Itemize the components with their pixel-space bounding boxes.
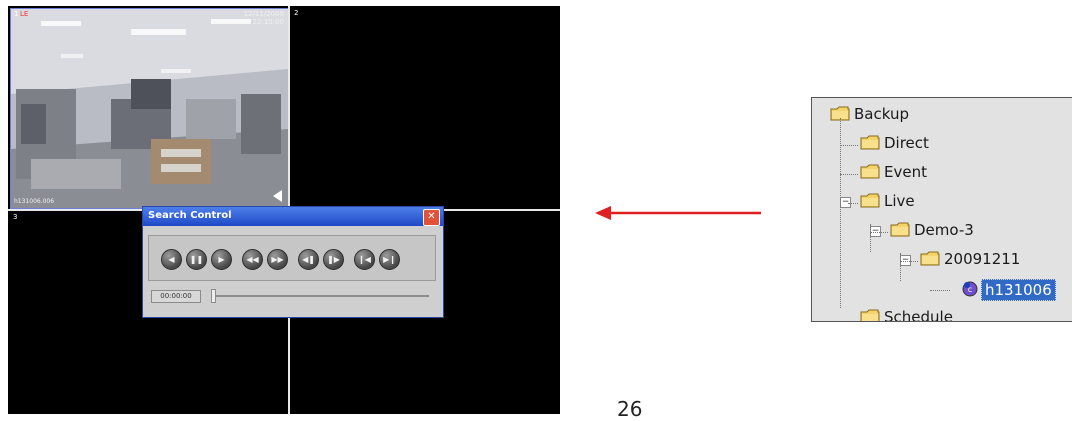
tree-item-label: Demo-3 [914,221,974,239]
fast-forward-button[interactable]: ▶▶ [267,249,288,270]
camera-name: h131006.006 [14,198,55,205]
pause-button[interactable]: ❚❚ [186,249,207,270]
seek-bar[interactable] [211,295,429,297]
camera-cell-1[interactable]: 1 LE 12/11/2009 22:10:00 h131006.006 [10,8,289,209]
tree-guide-line [870,224,871,252]
tree-guide-line [840,174,858,175]
search-control-dialog: Search Control ✕ ◀ ❚❚ ▶ ◀◀ ▶▶ ◀❚ ❚▶ ❙◀ ▶❙ 00:00:… [142,206,444,318]
tree-item-20091211[interactable]: 20091211 [920,247,1072,273]
page-number: 26 [617,397,643,421]
rewind-start-button[interactable]: ◀ [161,249,182,270]
channel-number: 2 [294,9,299,17]
tree-guide-line [900,261,918,262]
fast-rewind-button[interactable]: ◀◀ [242,249,263,270]
tree-guide-line [930,290,950,291]
time-stamp: 22:10:00 [252,18,284,26]
tree-item-label: Event [884,163,927,181]
date-stamp: 12/11/2009 [243,10,284,18]
speaker-icon[interactable] [273,190,282,202]
tree-item-event[interactable]: Event [860,160,1072,186]
tree-item-direct[interactable]: Direct [860,131,1072,157]
video-file-icon: c [962,280,979,297]
tree-item-live[interactable]: Live [860,189,1072,215]
folder-tree: Backup Direct Event Live − Demo-3−20091211− Sc… [811,97,1072,322]
skip-start-button[interactable]: ❙◀ [354,249,375,270]
arrow-icon [595,206,761,220]
folder-icon [860,193,880,208]
tree-item-label: Direct [884,134,929,152]
skip-end-button[interactable]: ▶❙ [379,249,400,270]
svg-text:c: c [968,285,972,294]
tree-item-label: Live [884,192,915,210]
tree-item-selected-file[interactable]: h131006 [981,279,1056,301]
step-back-button[interactable]: ◀❚ [298,249,319,270]
folder-icon [860,309,880,321]
tree-item-backup[interactable]: Backup [830,102,1060,128]
tree-item-demo-3[interactable]: Demo-3 [890,218,1072,244]
time-display: 00:00:00 [151,290,201,303]
tree-guide-line [840,118,841,308]
tree-item-label: Schedule [884,308,953,322]
dialog-titlebar[interactable]: Search Control ✕ [143,207,443,226]
folder-icon [920,251,940,266]
seek-thumb[interactable] [211,289,216,303]
tree-item-label: 20091211 [944,250,1021,268]
timestamp: 12/11/2009 22:10:00 [244,10,284,26]
play-button[interactable]: ▶ [211,249,232,270]
dialog-title: Search Control [148,210,232,221]
playback-controls: ◀ ❚❚ ▶ ◀◀ ▶▶ ◀❚ ❚▶ ❙◀ ▶❙ [148,235,436,281]
channel-number: 1 [14,10,19,18]
channel-number: 3 [13,213,18,221]
close-icon[interactable]: ✕ [423,209,440,226]
folder-icon [860,164,880,179]
tree-guide-line [848,203,858,204]
tree-item-schedule[interactable]: Schedule [860,305,1072,322]
tree-item-label: Backup [854,105,909,123]
tree-guide-line [870,232,888,233]
folder-icon [860,135,880,150]
record-marker: LE [20,10,29,18]
tree-guide-line [840,145,858,146]
tree-guide-line [900,253,901,281]
camera-cell-2[interactable]: 2 [291,8,560,207]
camera-image [11,9,288,208]
folder-icon [890,222,910,237]
step-forward-button[interactable]: ❚▶ [323,249,344,270]
